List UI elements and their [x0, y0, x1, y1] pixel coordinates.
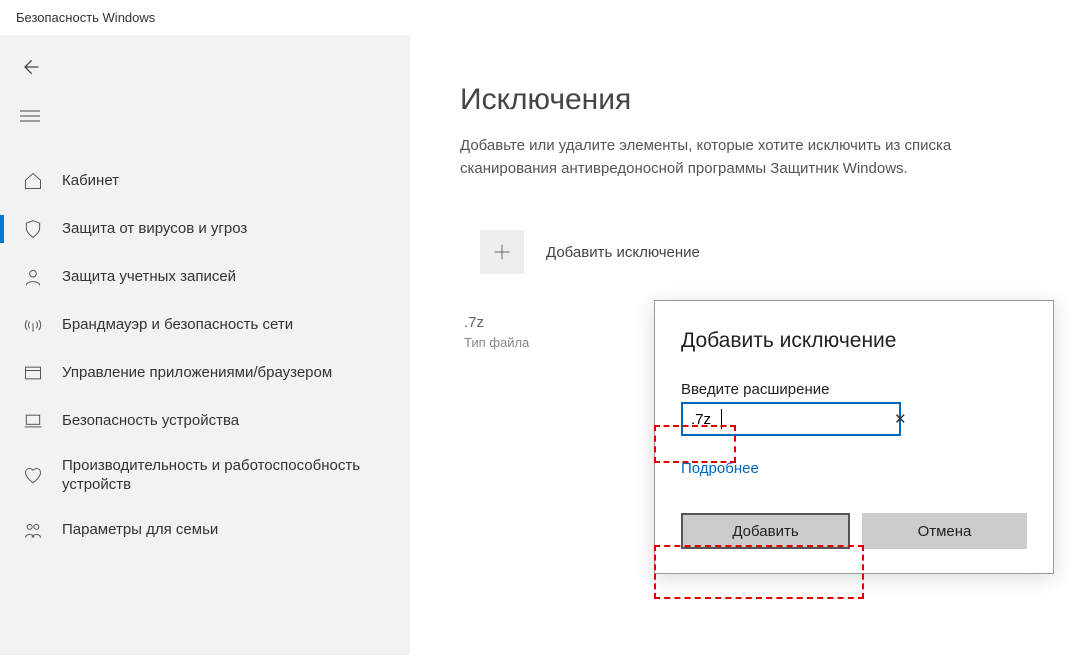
antenna-icon — [22, 314, 44, 336]
sidebar-item-device-security[interactable]: Безопасность устройства — [0, 397, 410, 445]
sidebar-item-label: Защита учетных записей — [62, 268, 236, 287]
sidebar-item-family[interactable]: Параметры для семьи — [0, 507, 410, 555]
sidebar-item-label: Параметры для семьи — [62, 521, 218, 540]
add-exclusion-label: Добавить исключение — [546, 244, 700, 261]
learn-more-link[interactable]: Подробнее — [681, 460, 759, 477]
home-icon — [22, 170, 44, 192]
dialog-cancel-button[interactable]: Отмена — [862, 513, 1027, 549]
back-button[interactable] — [20, 57, 390, 80]
extension-field-label: Введите расширение — [681, 381, 1027, 398]
sidebar-item-label: Брандмауэр и безопасность сети — [62, 316, 293, 335]
sidebar-item-account[interactable]: Защита учетных записей — [0, 253, 410, 301]
dialog-add-button[interactable]: Добавить — [681, 513, 850, 549]
laptop-icon — [22, 410, 44, 432]
page-description: Добавьте или удалите элементы, которые х… — [460, 135, 1040, 180]
sidebar-item-app-control[interactable]: Управление приложениями/браузером — [0, 349, 410, 397]
hamburger-icon — [20, 108, 40, 124]
sidebar: Кабинет Защита от вирусов и угроз Защита… — [0, 35, 410, 655]
sidebar-item-home[interactable]: Кабинет — [0, 157, 410, 205]
window-icon — [22, 362, 44, 384]
window-title: Безопасность Windows — [0, 0, 1075, 35]
arrow-left-icon — [20, 57, 40, 77]
page-title: Исключения — [460, 83, 1045, 117]
sidebar-item-virus[interactable]: Защита от вирусов и угроз — [0, 205, 410, 253]
sidebar-item-performance[interactable]: Производительность и работоспособность у… — [0, 445, 410, 507]
family-icon — [22, 520, 44, 542]
plus-icon — [480, 230, 524, 274]
sidebar-item-label: Защита от вирусов и угроз — [62, 220, 247, 239]
clear-input-button[interactable]: ✕ — [890, 410, 911, 428]
shield-icon — [22, 218, 44, 240]
heart-icon — [22, 465, 44, 487]
sidebar-item-label: Производительность и работоспособность у… — [62, 457, 372, 495]
sidebar-item-firewall[interactable]: Брандмауэр и безопасность сети — [0, 301, 410, 349]
extension-input-wrap: ✕ — [681, 402, 901, 436]
sidebar-item-label: Кабинет — [62, 172, 119, 191]
dialog-title: Добавить исключение — [681, 329, 1027, 353]
add-exclusion-dialog: Добавить исключение Введите расширение ✕… — [654, 300, 1054, 574]
sidebar-item-label: Безопасность устройства — [62, 412, 239, 431]
menu-toggle[interactable] — [20, 108, 390, 127]
add-exclusion-button[interactable]: Добавить исключение — [480, 230, 1045, 274]
person-icon — [22, 266, 44, 288]
sidebar-item-label: Управление приложениями/браузером — [62, 364, 332, 383]
